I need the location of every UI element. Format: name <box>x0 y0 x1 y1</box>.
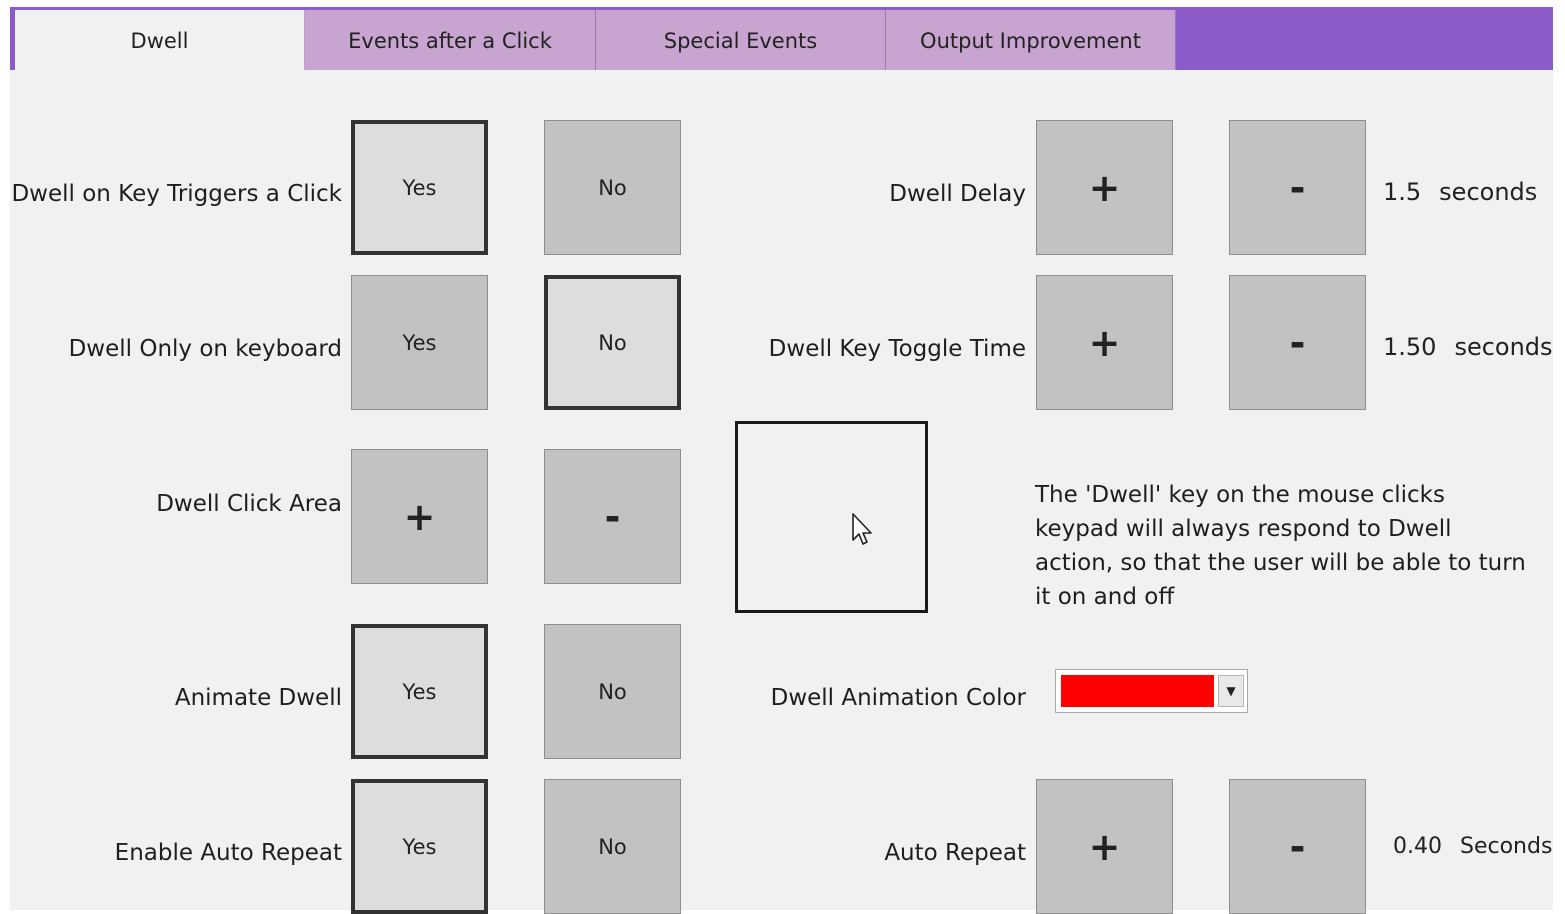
dwell-key-toggle-decrease-button[interactable]: - <box>1229 275 1366 410</box>
enable-auto-repeat-no-button[interactable]: No <box>544 779 681 914</box>
auto-repeat-unit: Seconds <box>1459 834 1553 859</box>
dwell-key-toggle-label: Dwell Key Toggle Time <box>768 336 1026 362</box>
dwell-delay-label: Dwell Delay <box>889 181 1026 207</box>
dwell-click-area-decrease-button[interactable]: - <box>544 449 681 584</box>
tab-label: Events after a Click <box>348 28 552 53</box>
tab-output-improvement[interactable]: Output Improvement <box>886 10 1176 71</box>
tab-events-after-click[interactable]: Events after a Click <box>305 10 596 71</box>
tab-special-events[interactable]: Special Events <box>596 10 886 71</box>
auto-repeat-number: 0.40 <box>1393 834 1442 859</box>
enable-auto-repeat-label: Enable Auto Repeat <box>114 840 342 866</box>
dwell-delay-number: 1.5 <box>1383 178 1422 206</box>
dwell-key-toggle-unit: seconds <box>1454 333 1553 361</box>
dwell-animation-color-select[interactable]: ▼ <box>1055 669 1248 713</box>
animate-dwell-no-button[interactable]: No <box>544 624 681 759</box>
dwell-key-toggle-increase-button[interactable]: + <box>1036 275 1173 410</box>
pointer-cursor-icon <box>852 513 872 545</box>
dwell-on-key-label: Dwell on Key Triggers a Click <box>11 181 342 207</box>
dwell-on-key-no-button[interactable]: No <box>544 120 681 255</box>
dwell-key-toggle-number: 1.50 <box>1383 333 1437 361</box>
dwell-on-key-yes-button[interactable]: Yes <box>351 120 488 255</box>
dwell-only-keyboard-yes-button[interactable]: Yes <box>351 275 488 410</box>
dwell-key-toggle-value: 1.50 seconds <box>1383 333 1553 361</box>
animate-dwell-yes-button[interactable]: Yes <box>351 624 488 759</box>
dwell-animation-color-label: Dwell Animation Color <box>770 685 1026 711</box>
dwell-click-area-increase-button[interactable]: + <box>351 449 488 584</box>
auto-repeat-label: Auto Repeat <box>884 840 1026 866</box>
dwell-only-keyboard-no-button[interactable]: No <box>544 275 681 410</box>
tab-label: Special Events <box>663 28 818 53</box>
dwell-click-area-preview <box>735 421 928 613</box>
chevron-down-icon[interactable]: ▼ <box>1218 675 1244 707</box>
dwell-delay-unit: seconds <box>1439 178 1538 206</box>
tab-label: Dwell <box>130 29 189 53</box>
auto-repeat-increase-button[interactable]: + <box>1036 779 1173 914</box>
animate-dwell-label: Animate Dwell <box>174 685 342 711</box>
tab-dwell[interactable]: Dwell <box>15 10 305 72</box>
auto-repeat-decrease-button[interactable]: - <box>1229 779 1366 914</box>
dwell-delay-value: 1.5 seconds <box>1383 178 1537 206</box>
tab-label: Output Improvement <box>920 28 1141 53</box>
enable-auto-repeat-yes-button[interactable]: Yes <box>351 779 488 914</box>
dwell-click-area-label: Dwell Click Area <box>156 491 342 517</box>
dwell-info-text: The 'Dwell' key on the mouse clicks keyp… <box>1035 482 1526 610</box>
dwell-delay-increase-button[interactable]: + <box>1036 120 1173 255</box>
color-swatch <box>1061 675 1214 707</box>
dwell-only-keyboard-label: Dwell Only on keyboard <box>68 336 342 362</box>
dwell-delay-decrease-button[interactable]: - <box>1229 120 1366 255</box>
auto-repeat-value: 0.40 Seconds <box>1393 834 1552 859</box>
